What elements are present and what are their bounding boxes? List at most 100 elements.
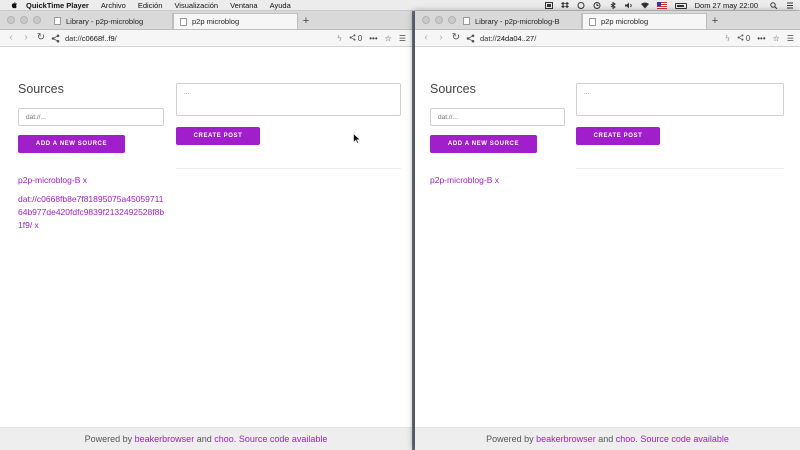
clock[interactable]: Dom 27 may 22:00 [695,1,758,10]
share-icon[interactable] [466,34,475,43]
flux-icon[interactable] [577,2,585,9]
close-window-button[interactable] [7,16,15,24]
tab-strip: Library - p2p-microblog p2p microblog + [0,11,412,30]
browser-window-left: Library - p2p-microblog p2p microblog + … [0,11,412,450]
share-icon[interactable] [51,34,60,43]
back-icon[interactable]: ‹ [421,33,431,43]
peers-icon [737,33,744,41]
more-icon[interactable]: ••• [369,34,377,43]
bluetooth-icon[interactable] [609,2,617,9]
share-peers-count[interactable]: 0 [349,34,362,43]
minimize-window-button[interactable] [435,16,443,24]
lightning-icon[interactable]: ϟ [725,34,729,43]
post-textarea[interactable] [176,83,401,116]
source-url-input[interactable] [18,108,164,126]
create-post-button[interactable]: CREATE POST [576,127,660,145]
page-icon [589,17,596,26]
forward-icon[interactable]: › [21,33,31,43]
input-source-flag-icon[interactable] [656,2,667,9]
footer-period: . [233,434,237,444]
new-tab-button[interactable]: + [298,13,314,29]
screen-record-icon[interactable] [544,2,553,9]
footer-text: and [196,434,212,444]
footer-text: Powered by [84,434,133,444]
menu-ventana[interactable]: Ventana [230,1,258,10]
tab-label: Library - p2p-microblog [66,16,144,26]
nav-actions: ϟ 0 ••• ☆ ☰ [337,34,406,43]
close-window-button[interactable] [422,16,430,24]
sources-list: p2p-microblog-B x dat://c0668fb8e7f81895… [18,174,168,238]
new-tab-button[interactable]: + [707,13,723,29]
tab-label: p2p microblog [601,17,649,26]
bookmark-star-icon[interactable]: ☆ [385,34,392,43]
tab-p2p-microblog[interactable]: p2p microblog [173,13,298,29]
dropbox-icon[interactable] [560,2,569,9]
url-bar[interactable]: dat://c0668f..f9/ [65,34,332,43]
feed-divider [576,168,784,169]
volume-icon[interactable] [624,2,633,9]
add-source-button[interactable]: ADD A NEW SOURCE [430,135,537,153]
source-item[interactable]: dat://c0668fb8e7f81895075a4505971164b977… [18,193,168,232]
window-controls [422,16,456,24]
status-area: Dom 27 may 22:00 [544,0,794,11]
window-controls [7,16,41,24]
footer-text: Powered by [486,434,534,444]
more-icon[interactable]: ••• [757,34,765,43]
url-host: 24da04..27 [496,33,535,43]
minimize-window-button[interactable] [20,16,28,24]
source-code-link[interactable]: Source code available [640,434,729,444]
menu-ayuda[interactable]: Ayuda [270,1,291,10]
source-item[interactable]: p2p-microblog-B x [18,174,168,187]
post-textarea[interactable] [576,83,784,116]
wifi-icon[interactable] [640,2,649,9]
choo-link[interactable]: choo [616,434,636,444]
tab-p2p-microblog[interactable]: p2p microblog [582,13,707,29]
menu-app-name[interactable]: QuickTime Player [26,1,89,10]
menu-archivo[interactable]: Archivo [101,1,126,10]
menu-edicion[interactable]: Edición [138,1,163,10]
battery-icon[interactable] [674,2,687,9]
add-source-button[interactable]: ADD A NEW SOURCE [18,135,125,153]
back-icon[interactable]: ‹ [6,33,16,43]
nav-actions: ϟ 0 ••• ☆ ☰ [725,34,794,43]
nav-bar: ‹ › ↻ dat://c0668f..f9/ ϟ 0 ••• ☆ ☰ [0,30,412,47]
reload-icon[interactable]: ↻ [451,33,461,43]
menu-icon[interactable]: ☰ [787,34,794,43]
url-bar[interactable]: dat://24da04..27/ [480,34,720,43]
page-icon [54,17,61,25]
timemachine-icon[interactable] [593,2,601,9]
tab-label: p2p microblog [192,17,240,26]
browser-window-right: Library - p2p-microblog-B p2p microblog … [415,11,800,450]
source-url-input[interactable] [430,108,565,126]
source-code-link[interactable]: Source code available [239,434,328,444]
beakerbrowser-link[interactable]: beakerbrowser [536,434,596,444]
page-icon [463,17,470,25]
share-peers-count[interactable]: 0 [737,33,750,43]
forward-icon[interactable]: › [436,33,446,43]
footer-period: . [635,434,638,444]
page-icon [180,17,187,26]
choo-link[interactable]: choo [214,434,234,444]
apple-icon[interactable] [10,1,18,9]
tab-label: Library - p2p-microblog-B [475,16,560,26]
tab-library[interactable]: Library - p2p-microblog-B [457,13,582,29]
spotlight-search-icon[interactable] [770,2,778,9]
bookmark-star-icon[interactable]: ☆ [773,34,780,43]
zoom-window-button[interactable] [448,16,456,24]
source-item[interactable]: p2p-microblog-B x [430,174,499,187]
page-footer: Powered by beakerbrowser and choo. Sourc… [0,427,412,450]
lightning-icon[interactable]: ϟ [337,34,341,43]
footer-text: and [598,434,614,444]
menu-visualizacion[interactable]: Visualización [174,1,218,10]
beakerbrowser-link[interactable]: beakerbrowser [135,434,195,444]
zoom-window-button[interactable] [33,16,41,24]
create-post-button[interactable]: CREATE POST [176,127,260,145]
menu-icon[interactable]: ☰ [399,34,406,43]
reload-icon[interactable]: ↻ [36,33,46,43]
url-host: c0668f..f9 [81,33,115,43]
url-scheme: dat:// [480,33,497,43]
sources-heading: Sources [18,82,64,96]
notification-center-icon[interactable] [786,2,794,9]
tab-strip: Library - p2p-microblog-B p2p microblog … [415,11,800,30]
tab-library[interactable]: Library - p2p-microblog [48,13,173,29]
